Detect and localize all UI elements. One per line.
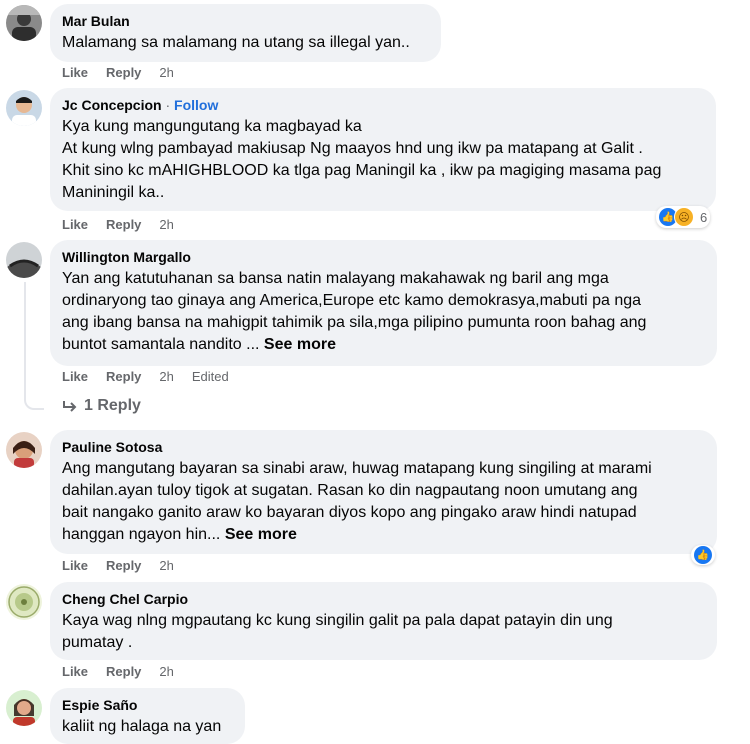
reply-button[interactable]: Reply: [106, 369, 141, 385]
comment-bubble: Cheng Chel Carpio Kaya wag nlng mgpautan…: [50, 582, 717, 660]
like-button[interactable]: Like: [62, 664, 88, 680]
comment-author: Jc Concepcion · Follow: [62, 96, 704, 114]
comment-timestamp[interactable]: 2h: [159, 369, 173, 385]
edited-label: Edited: [191, 369, 229, 384]
reply-thread-line: [24, 282, 44, 410]
see-more-link[interactable]: See more: [264, 336, 336, 353]
comment-text: Kya kung mangungutang ka magbayad ka At …: [62, 118, 662, 201]
avatar[interactable]: [6, 90, 42, 126]
comment-bubble: Willington Margallo Yan ang katutuhanan …: [50, 240, 717, 366]
like-button[interactable]: Like: [62, 217, 88, 233]
comment-actions: Like Reply 2h: [62, 558, 192, 574]
avatar[interactable]: [6, 242, 42, 278]
like-button[interactable]: Like: [62, 558, 88, 574]
comment-text: Kaya wag nlng mgpautang kc kung singilin…: [62, 612, 613, 651]
like-button[interactable]: Like: [62, 369, 88, 385]
comment-author[interactable]: Mar Bulan: [62, 12, 429, 30]
reply-arrow-icon: [63, 401, 77, 412]
comment-bubble: Pauline Sotosa Ang mangutang bayaran sa …: [50, 430, 717, 554]
like-button[interactable]: Like: [62, 65, 88, 81]
reply-button[interactable]: Reply: [106, 65, 141, 81]
comment-author[interactable]: Pauline Sotosa: [62, 438, 705, 456]
avatar[interactable]: [6, 432, 42, 468]
author-name[interactable]: Jc Concepcion: [62, 97, 162, 113]
comment-bubble: Espie Saño kaliit ng halaga na yan: [50, 688, 245, 744]
comment-bubble: Mar Bulan Malamang sa malamang na utang …: [50, 4, 441, 62]
sad-icon: ☹: [674, 207, 694, 227]
comment-text: Malamang sa malamang na utang sa illegal…: [62, 34, 410, 51]
separator-dot: ·: [165, 97, 171, 113]
reaction-summary[interactable]: 👍: [691, 545, 715, 565]
comment-author[interactable]: Cheng Chel Carpio: [62, 590, 705, 608]
avatar[interactable]: [6, 584, 42, 620]
reaction-summary[interactable]: 👍 ☹ 6: [656, 206, 711, 228]
comment-timestamp[interactable]: 2h: [159, 664, 173, 680]
avatar[interactable]: [6, 690, 42, 726]
comment-body: Yan ang katutuhanan sa bansa natin malay…: [62, 270, 647, 353]
comment-text: kaliit ng halaga na yan: [62, 718, 222, 735]
see-more-link[interactable]: See more: [225, 526, 297, 543]
comment-author[interactable]: Espie Saño: [62, 696, 233, 714]
comment-actions: Like Reply 2h: [62, 65, 192, 81]
comment-body: Ang mangutang bayaran sa sinabi araw, hu…: [62, 460, 652, 543]
like-icon: 👍: [694, 546, 712, 564]
comment-text: Ang mangutang bayaran sa sinabi araw, hu…: [62, 458, 705, 546]
reply-button[interactable]: Reply: [106, 664, 141, 680]
comment-actions: Like Reply 2h Edited: [62, 369, 247, 385]
reply-button[interactable]: Reply: [106, 217, 141, 233]
reply-button[interactable]: Reply: [106, 558, 141, 574]
comment-timestamp[interactable]: 2h: [159, 65, 173, 81]
comment-actions: Like Reply 2h: [62, 217, 192, 233]
comment-timestamp[interactable]: 2h: [159, 217, 173, 233]
replies-count: 1 Reply: [84, 397, 141, 414]
view-replies-link[interactable]: 1 Reply: [62, 397, 141, 415]
comment-timestamp[interactable]: 2h: [159, 558, 173, 574]
avatar[interactable]: [6, 5, 42, 41]
comment-text: Yan ang katutuhanan sa bansa natin malay…: [62, 268, 705, 356]
comment-actions: Like Reply 2h: [62, 664, 192, 680]
comment-author[interactable]: Willington Margallo: [62, 248, 705, 266]
follow-button[interactable]: Follow: [174, 97, 218, 113]
reaction-count: 6: [700, 209, 708, 225]
comment-bubble: Jc Concepcion · Follow Kya kung mangungu…: [50, 88, 716, 211]
